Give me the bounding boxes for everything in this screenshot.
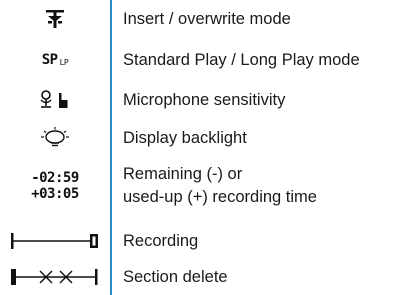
legend-row-sp-lp: SP LP Standard Play / Long Play mode <box>0 44 395 76</box>
row-description: Microphone sensitivity <box>123 90 286 109</box>
row-description: Insert / overwrite mode <box>123 9 291 28</box>
used-time-value: +03:05 <box>31 186 79 202</box>
legend-row-insert: Insert / overwrite mode <box>0 4 395 34</box>
time-display-icon: -02:59 +03:05 <box>31 170 79 202</box>
row-description-line-1: Remaining (-) or <box>123 165 243 183</box>
legend-row-recording: Recording <box>0 226 395 256</box>
insert-overwrite-icon <box>46 10 64 28</box>
row-description-line-2: used-up (+) recording time <box>123 188 317 206</box>
legend-row-section-delete: Section delete <box>0 262 395 292</box>
section-delete-icon <box>11 269 98 285</box>
legend-row-time: -02:59 +03:05 Remaining (-) or used-up (… <box>0 160 395 212</box>
row-description: Standard Play / Long Play mode <box>123 50 360 69</box>
legend-row-microphone: Microphone sensitivity <box>0 84 395 116</box>
row-description: Display backlight <box>123 128 247 147</box>
backlight-icon <box>41 127 69 147</box>
row-description: Section delete <box>123 267 228 286</box>
microphone-sensitivity-icon <box>40 90 68 108</box>
sp-lp-icon: SP LP <box>41 52 69 68</box>
icon-legend: Insert / overwrite mode SP LP Standard Pl… <box>0 0 395 295</box>
remaining-time-value: -02:59 <box>31 170 79 186</box>
row-description: Recording <box>123 231 199 250</box>
recording-bar-icon <box>11 233 98 249</box>
legend-row-backlight: Display backlight <box>0 122 395 154</box>
